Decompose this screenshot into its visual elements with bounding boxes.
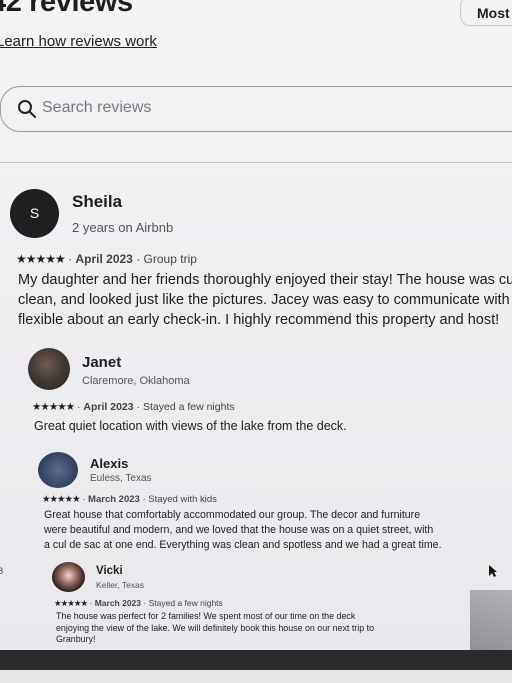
separator: · [136, 252, 141, 266]
review-meta: ★★★★★ · April 2023 · Stayed a few nights [32, 401, 235, 413]
separator: · [143, 598, 147, 608]
learn-how-reviews-work-link[interactable]: Learn how reviews work [0, 33, 157, 50]
reviewer-subtitle: Euless, Texas [90, 473, 152, 484]
rating-stars: ★★★★★ [32, 401, 75, 413]
sort-reviews-button[interactable]: Most [460, 0, 512, 26]
avatar[interactable] [52, 562, 85, 592]
reviewer-name: Janet [82, 354, 122, 371]
avatar[interactable] [38, 452, 78, 488]
separator: · [77, 401, 81, 413]
review-text-line: Great quiet location with views of the l… [34, 419, 347, 433]
trip-type: Stayed a few nights [142, 401, 235, 413]
divider [0, 162, 512, 163]
reviewer-subtitle: Keller, Texas [96, 580, 145, 590]
reviewer-subtitle: 2 years on Airbnb [72, 220, 174, 235]
review-text-line: My daughter and her friends thoroughly e… [18, 272, 512, 288]
review-date: March 2023 [88, 494, 140, 505]
review-meta: ★★★★★ · April 2023 · Group trip [16, 252, 197, 266]
separator: · [89, 598, 93, 608]
search-icon [17, 99, 37, 124]
review-date: April 2023 [83, 401, 134, 413]
separator: · [142, 494, 146, 505]
review-meta: ★★★★★ · March 2023 · Stayed a few nights [54, 598, 223, 609]
reviews-count-title: 42 reviews [0, 0, 133, 18]
rating-stars: ★★★★★ [54, 598, 88, 608]
rating-stars: ★★★★★ [16, 252, 66, 266]
review-text-line: enjoying the view of the lake. We will d… [56, 622, 375, 633]
reviewer-name: Sheila [72, 192, 123, 211]
separator: · [82, 494, 86, 505]
mouse-cursor-icon [488, 564, 498, 581]
review-text-line: flexible about an early check-in. I high… [18, 312, 500, 328]
reviewer-name: Vicki [96, 565, 123, 577]
review-text: Great house that comfortably accommodate… [44, 508, 442, 553]
trip-type: Stayed with kids [148, 494, 217, 505]
review-text-line: Granbury! [56, 634, 96, 644]
review-date: April 2023 [75, 252, 133, 266]
avatar[interactable]: S [10, 189, 59, 238]
review-text: My daughter and her friends thoroughly e… [18, 270, 512, 330]
trip-type: Group trip [143, 252, 197, 266]
avatar[interactable] [28, 348, 70, 390]
rating-stars: ★★★★★ [42, 494, 81, 505]
review-text-line: clean, and looked just like the pictures… [18, 292, 512, 308]
edge-character: 8 [0, 566, 4, 576]
review-text: The house was perfect for 2 families! We… [56, 611, 374, 646]
reviews-screen: 42 reviews Learn how reviews work Most S… [0, 0, 512, 670]
monitor-bezel [0, 650, 512, 670]
reviewer-subtitle: Claremore, Oklahoma [82, 375, 190, 387]
review-text-line: were beautiful and modern, and we loved … [44, 524, 434, 536]
review-text-line: Great house that comfortably accommodate… [44, 509, 421, 521]
review-text: Great quiet location with views of the l… [34, 419, 347, 433]
review-date: March 2023 [94, 598, 142, 608]
separator: · [136, 401, 141, 413]
search-placeholder: Search reviews [42, 99, 152, 116]
search-reviews-input[interactable]: Search reviews [0, 86, 512, 132]
trip-type: Stayed a few nights [148, 598, 223, 608]
review-text-line: a cul de sac at one end. Everything was … [44, 539, 442, 551]
review-meta: ★★★★★ · March 2023 · Stayed with kids [42, 494, 217, 505]
review-text-line: The house was perfect for 2 families! We… [56, 611, 356, 621]
separator: · [68, 252, 73, 266]
reviewer-name: Alexis [90, 456, 129, 471]
